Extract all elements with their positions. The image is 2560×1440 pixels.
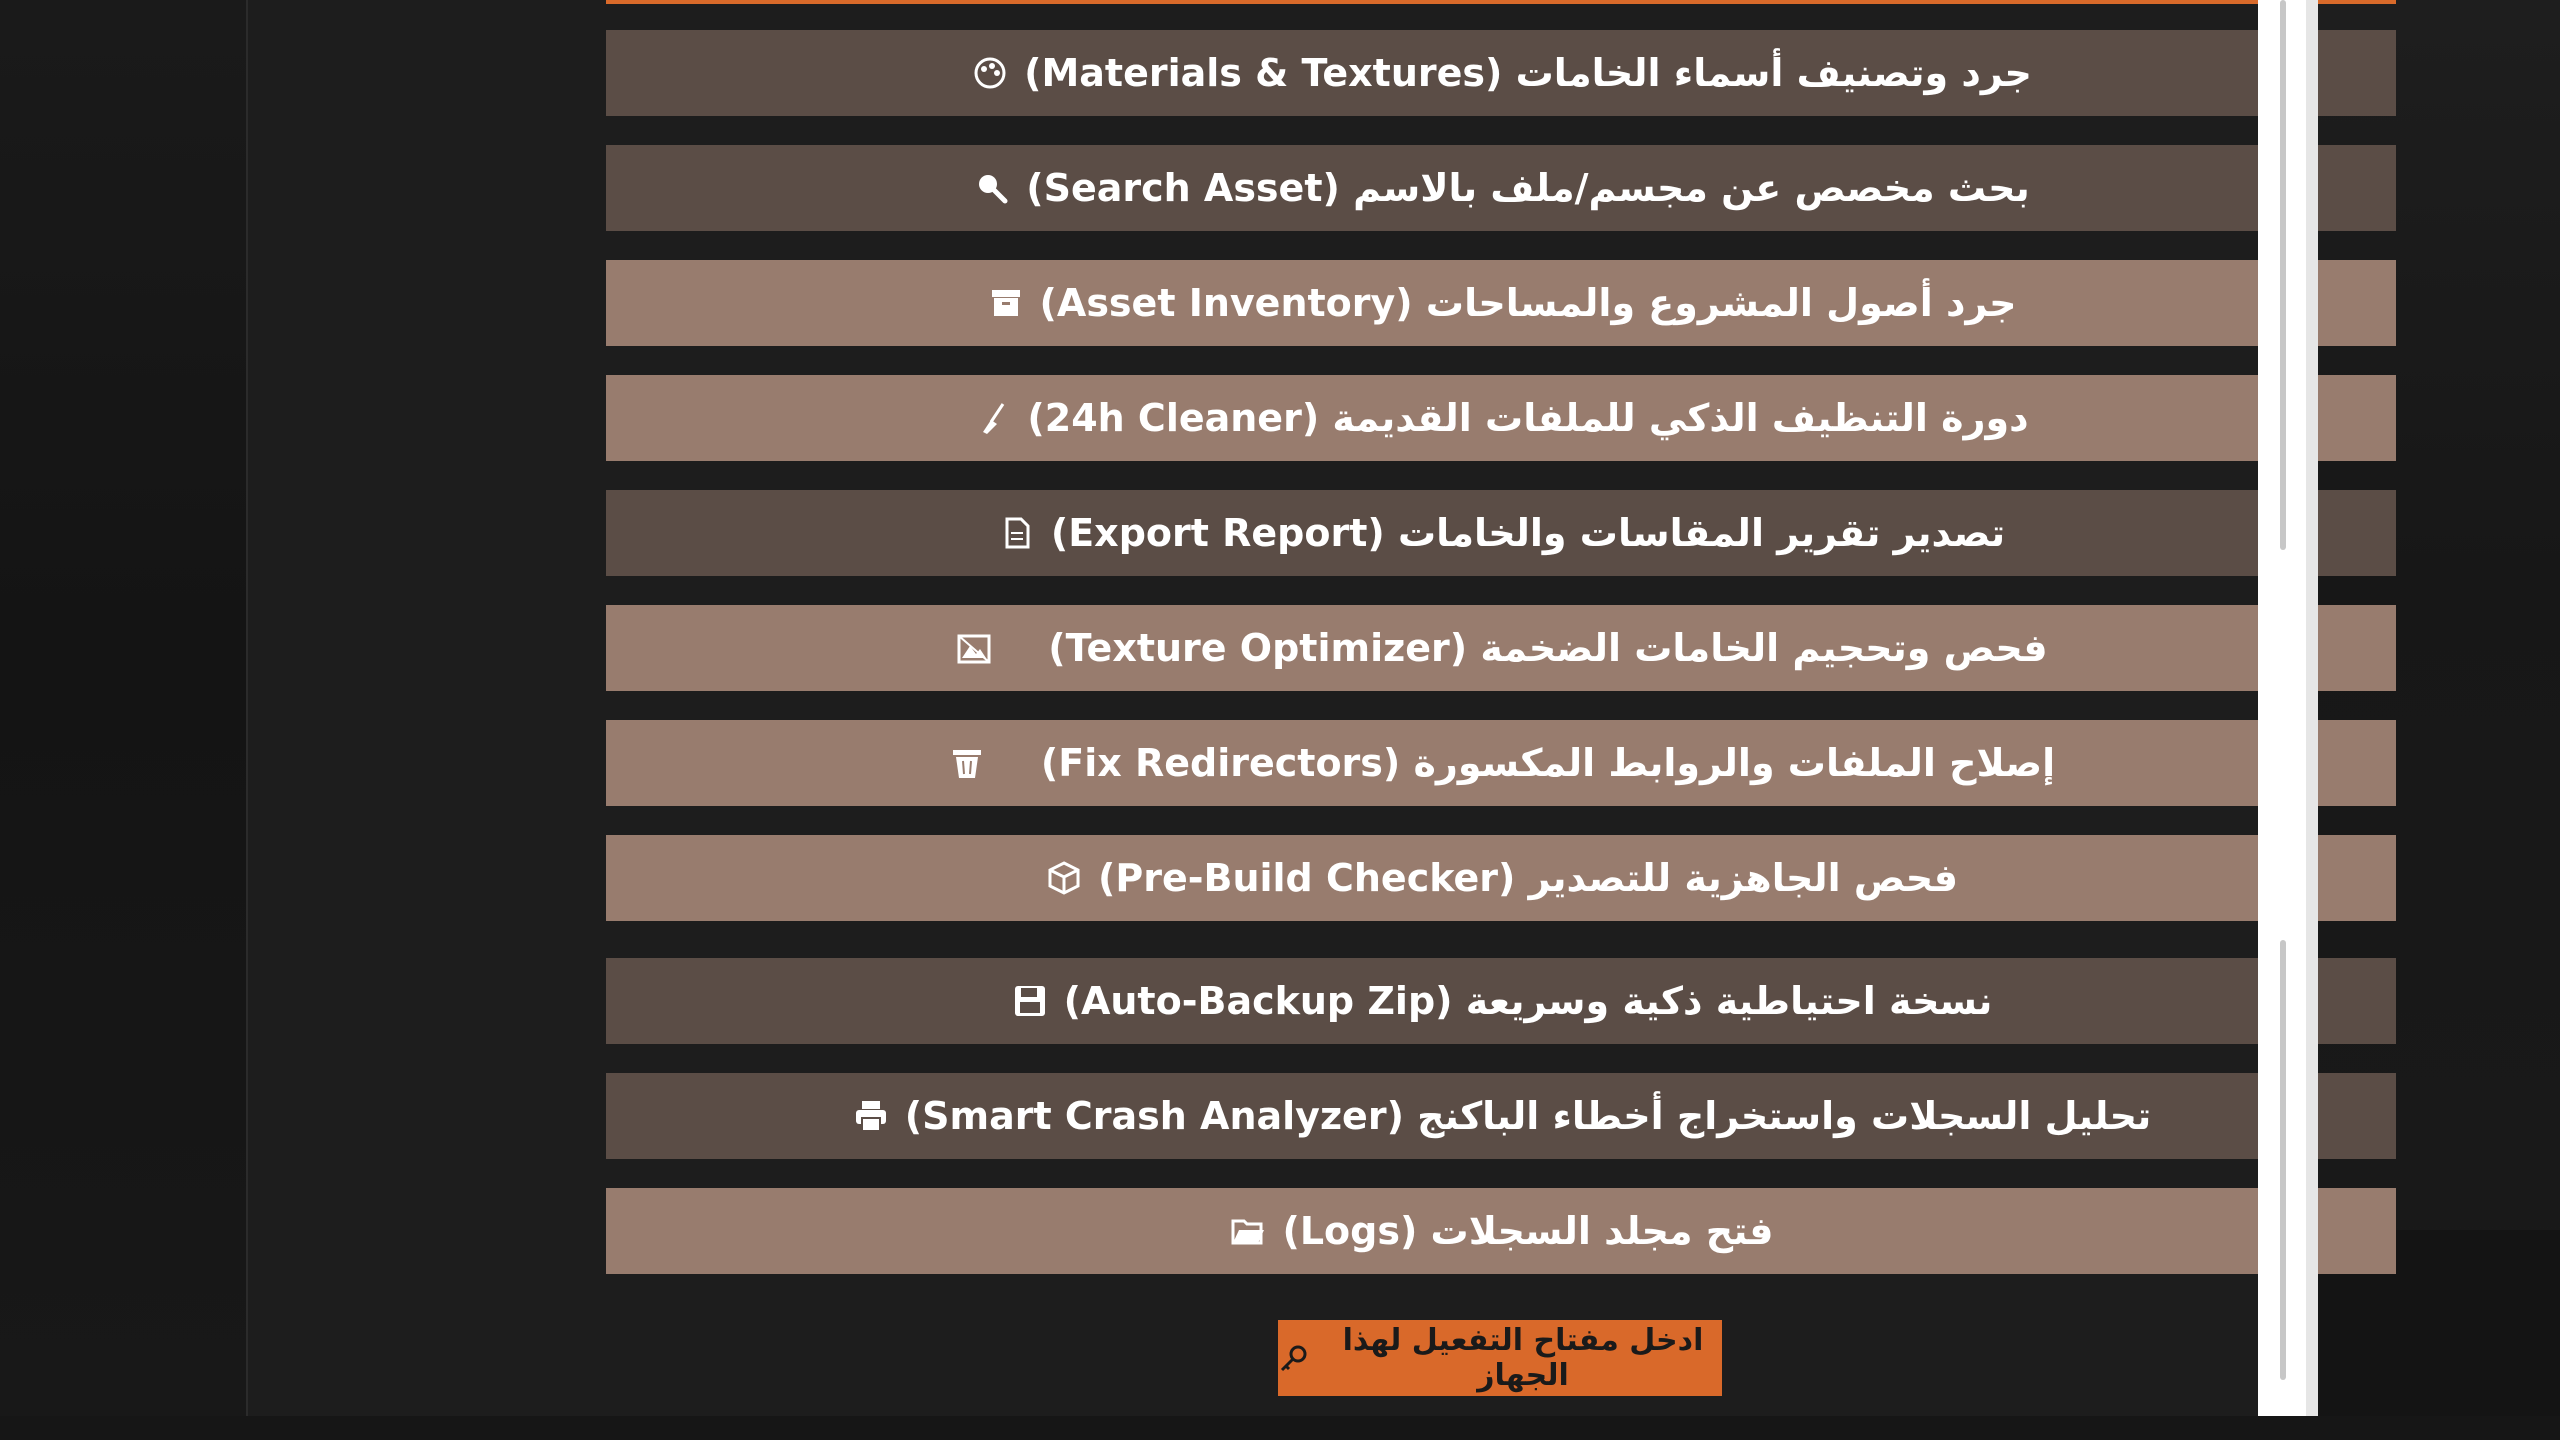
magnifier-icon: [972, 168, 1012, 208]
background-left: [0, 0, 246, 1440]
cleaner-24h-button[interactable]: دورة التنظيف الذكي للملفات القديمة (24h …: [606, 375, 2396, 461]
button-label: إصلاح الملفات والروابط المكسورة (Fix Red…: [1040, 741, 2056, 785]
tool-list: جرد وتصنيف أسماء الخامات (Materials & Te…: [606, 0, 2396, 1290]
materials-textures-button[interactable]: جرد وتصنيف أسماء الخامات (Materials & Te…: [606, 30, 2396, 116]
texture-optimizer-button[interactable]: فحص وتحجيم الخامات الضخمة (Texture Optim…: [606, 605, 2396, 691]
button-label: دورة التنظيف الذكي للملفات القديمة (24h …: [1027, 396, 2029, 440]
button-label: بحث مخصص عن مجسم/ملف بالاسم (Search Asse…: [1026, 166, 2030, 210]
button-label: جرد وتصنيف أسماء الخامات (Materials & Te…: [1024, 51, 2032, 95]
button-label: فحص وتحجيم الخامات الضخمة (Texture Optim…: [1048, 626, 2048, 670]
auto-backup-zip-button[interactable]: نسخة احتياطية ذكية وسريعة (Auto-Backup Z…: [606, 958, 2396, 1044]
image-frame-icon: [954, 628, 994, 668]
button-label: تحليل السجلات واستخراج أخطاء الباكنج (Sm…: [904, 1094, 2152, 1138]
pre-build-checker-button[interactable]: فحص الجاهزية للتصدير (Pre-Build Checker): [606, 835, 2396, 921]
search-asset-button[interactable]: بحث مخصص عن مجسم/ملف بالاسم (Search Asse…: [606, 145, 2396, 231]
printer-icon: [851, 1096, 891, 1136]
export-report-button[interactable]: تصدير تقرير المقاسات والخامات (Export Re…: [606, 490, 2396, 576]
open-folder-icon: [1228, 1211, 1268, 1251]
button-label: نسخة احتياطية ذكية وسريعة (Auto-Backup Z…: [1063, 979, 1993, 1023]
document-icon: [997, 513, 1037, 553]
broom-icon: [973, 398, 1013, 438]
button-label: فتح مجلد السجلات (Logs): [1282, 1209, 1774, 1253]
button-label: جرد أصول المشروع والمساحات (Asset Invent…: [1039, 281, 2017, 325]
palette-icon: [970, 53, 1010, 93]
tools-panel: جرد وتصنيف أسماء الخامات (Materials & Te…: [246, 0, 2396, 1416]
activation-label: ادخل مفتاح التفعيل لهذا الجهاز: [1342, 1323, 1704, 1393]
activation-key-button[interactable]: ادخل مفتاح التفعيل لهذا الجهاز: [1278, 1320, 1722, 1396]
background-bottom: [0, 1416, 2560, 1440]
scrollbar-thumb-secondary[interactable]: [2280, 940, 2286, 1380]
logs-folder-button[interactable]: فتح مجلد السجلات (Logs): [606, 1188, 2396, 1274]
window-edge: [2306, 0, 2318, 1416]
fix-redirectors-button[interactable]: إصلاح الملفات والروابط المكسورة (Fix Red…: [606, 720, 2396, 806]
asset-inventory-button[interactable]: جرد أصول المشروع والمساحات (Asset Invent…: [606, 260, 2396, 346]
floppy-disk-icon: [1010, 981, 1050, 1021]
button-label: فحص الجاهزية للتصدير (Pre-Build Checker): [1097, 856, 1959, 900]
package-cube-icon: [1044, 858, 1084, 898]
archive-box-icon: [986, 283, 1026, 323]
button-label: تصدير تقرير المقاسات والخامات (Export Re…: [1050, 511, 2006, 555]
scrollbar-thumb[interactable]: [2280, 0, 2286, 550]
key-icon: [1278, 1341, 1310, 1375]
trash-bin-icon: [947, 743, 987, 783]
smart-crash-analyzer-button[interactable]: تحليل السجلات واستخراج أخطاء الباكنج (Sm…: [606, 1073, 2396, 1159]
